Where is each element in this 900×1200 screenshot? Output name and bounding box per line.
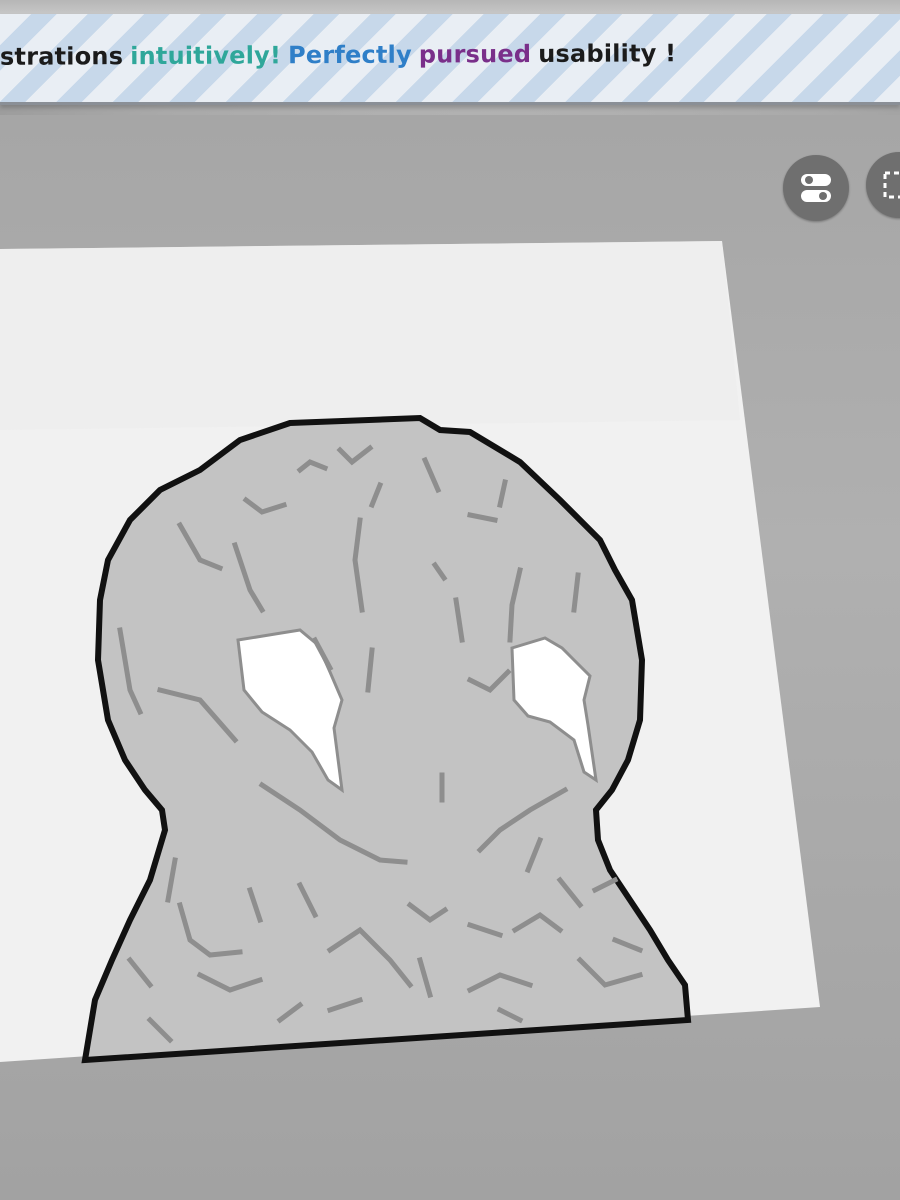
toggle-view-button[interactable] bbox=[783, 155, 849, 221]
toggle-switch-icon bbox=[801, 174, 831, 202]
drawing-canvas[interactable] bbox=[0, 0, 900, 1200]
selection-marquee-icon bbox=[883, 171, 900, 199]
canvas-paper-shade bbox=[0, 241, 740, 430]
